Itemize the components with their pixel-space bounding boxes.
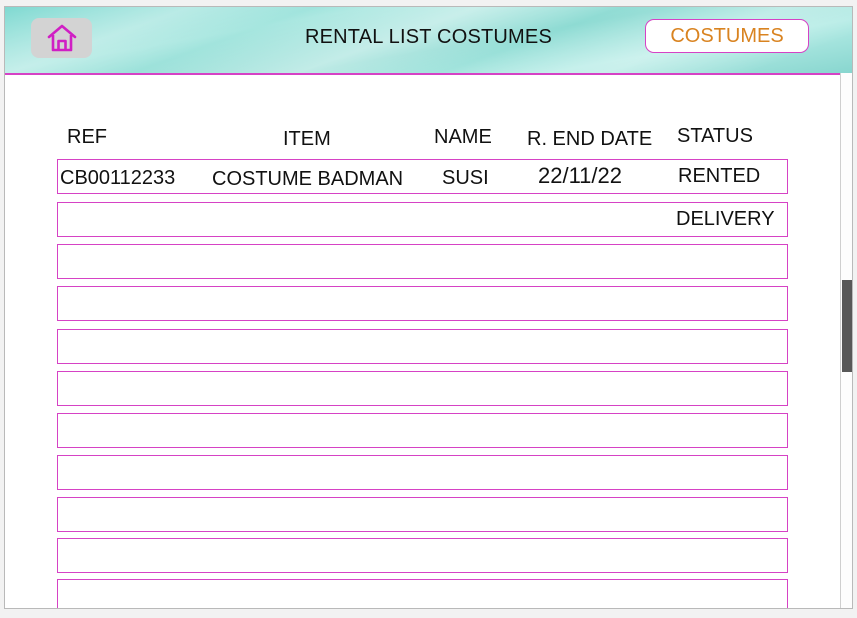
column-header-end-date: R. END DATE bbox=[527, 128, 653, 150]
cell-status: DELIVERY bbox=[676, 208, 775, 230]
table-row[interactable] bbox=[57, 371, 788, 406]
column-header-ref: REF bbox=[67, 126, 107, 148]
cell-ref: CB00112233 bbox=[60, 167, 176, 189]
table-row[interactable] bbox=[57, 286, 788, 321]
costumes-button[interactable]: COSTUMES bbox=[645, 19, 809, 53]
column-header-name: NAME bbox=[434, 126, 492, 148]
column-header-item: ITEM bbox=[283, 128, 331, 150]
cell-name: SUSI bbox=[442, 167, 489, 189]
table-row[interactable] bbox=[57, 538, 788, 573]
table-row[interactable]: CB00112233 COSTUME BADMAN SUSI 22/11/22 … bbox=[57, 159, 788, 194]
vertical-scrollbar[interactable] bbox=[840, 73, 852, 608]
table-row[interactable] bbox=[57, 329, 788, 364]
cell-status: RENTED bbox=[678, 165, 761, 187]
column-header-status: STATUS bbox=[677, 125, 753, 147]
table-row[interactable] bbox=[57, 455, 788, 490]
cell-end-date: 22/11/22 bbox=[538, 163, 623, 188]
table-row[interactable] bbox=[57, 497, 788, 532]
scrollbar-thumb[interactable] bbox=[842, 280, 852, 372]
cell-item: COSTUME BADMAN bbox=[212, 168, 404, 190]
home-button[interactable] bbox=[31, 18, 92, 58]
home-icon bbox=[47, 24, 76, 52]
header-bar: RENTAL LIST COSTUMES COSTUMES bbox=[5, 7, 852, 75]
table-row[interactable] bbox=[57, 413, 788, 448]
table-row[interactable]: DELIVERY bbox=[57, 202, 788, 237]
table-row[interactable] bbox=[57, 244, 788, 279]
table-row[interactable] bbox=[57, 579, 788, 608]
app-window: RENTAL LIST COSTUMES COSTUMES REF ITEM N… bbox=[4, 6, 853, 609]
